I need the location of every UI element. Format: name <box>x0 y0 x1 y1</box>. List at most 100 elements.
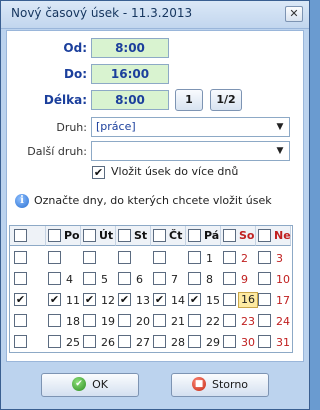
multi-day-checkbox[interactable]: ✔ <box>92 166 105 179</box>
day-checkbox[interactable] <box>223 293 236 306</box>
week-row-checkbox[interactable] <box>14 314 27 327</box>
druh-select[interactable]: [práce] ▼ <box>91 117 290 137</box>
ok-label: OK <box>92 378 108 391</box>
od-label: Od: <box>63 41 87 55</box>
day-checkbox[interactable] <box>258 272 271 285</box>
day-checkbox[interactable] <box>118 335 131 348</box>
weekday-column-checkbox[interactable] <box>188 229 201 242</box>
day-number: 29 <box>206 336 220 349</box>
day-checkbox[interactable] <box>48 314 61 327</box>
title-bar[interactable]: Nový časový úsek - 11.3.2013 ✕ <box>1 1 309 29</box>
day-number: 11 <box>66 294 80 307</box>
day-checkbox[interactable] <box>258 293 271 306</box>
close-icon: ✕ <box>289 7 299 20</box>
weekday-header-label: Ne <box>274 229 291 242</box>
day-checkbox[interactable] <box>83 314 96 327</box>
day-checkbox[interactable] <box>48 272 61 285</box>
day-checkbox[interactable] <box>188 335 201 348</box>
day-number: 30 <box>241 336 255 349</box>
day-checkbox[interactable] <box>48 251 61 264</box>
day-checkbox[interactable] <box>223 251 236 264</box>
day-number: 15 <box>206 294 220 307</box>
weekday-column-checkbox[interactable] <box>83 229 96 242</box>
day-checkbox[interactable] <box>153 272 166 285</box>
day-checkbox[interactable] <box>223 272 236 285</box>
ok-button[interactable]: ✔ OK <box>41 373 139 397</box>
day-number: 10 <box>276 273 290 286</box>
delka-field[interactable]: 8:00 <box>91 90 169 110</box>
header-cell-3: St <box>116 226 151 246</box>
do-label: Do: <box>63 67 87 81</box>
day-checkbox[interactable] <box>258 314 271 327</box>
day-checkbox[interactable]: ✔ <box>48 293 61 306</box>
cancel-button[interactable]: ■ Storno <box>171 373 269 397</box>
weekday-column-checkbox[interactable] <box>153 229 166 242</box>
weekday-header-label: So <box>239 229 255 242</box>
day-checkbox[interactable] <box>118 251 131 264</box>
day-checkbox[interactable] <box>118 314 131 327</box>
day-checkbox[interactable] <box>153 314 166 327</box>
select-all-checkbox[interactable] <box>14 229 27 242</box>
day-number: 9 <box>241 273 248 286</box>
ok-icon: ✔ <box>72 377 87 391</box>
day-checkbox[interactable] <box>188 314 201 327</box>
day-number: 3 <box>276 252 283 265</box>
day-checkbox[interactable] <box>153 335 166 348</box>
header-cell-2: Út <box>81 226 116 246</box>
header-select-all-cell <box>10 226 46 246</box>
day-number: 4 <box>66 273 73 286</box>
weekday-header-label: Čt <box>169 229 183 242</box>
dalsi-druh-select[interactable]: ▼ <box>91 141 290 161</box>
day-number: 27 <box>136 336 150 349</box>
week-row-checkbox[interactable] <box>14 272 27 285</box>
weekday-header-label: St <box>134 229 148 242</box>
day-number: 12 <box>101 294 115 307</box>
day-number: 28 <box>171 336 185 349</box>
day-checkbox[interactable] <box>188 251 201 264</box>
weekday-column-checkbox[interactable] <box>223 229 236 242</box>
week-row-checkbox[interactable] <box>14 251 27 264</box>
day-number: 22 <box>206 315 220 328</box>
weekday-column-checkbox[interactable] <box>48 229 61 242</box>
day-checkbox[interactable] <box>153 251 166 264</box>
header-cell-1: Po <box>46 226 81 246</box>
day-checkbox[interactable]: ✔ <box>153 293 166 306</box>
info-text: Označte dny, do kterých chcete vložit ús… <box>34 194 272 207</box>
day-number: 23 <box>241 315 255 328</box>
delka-label: Délka: <box>43 93 87 107</box>
day-checkbox[interactable] <box>83 251 96 264</box>
set-half-button[interactable]: 1/2 <box>210 89 242 111</box>
day-number: 17 <box>276 294 290 307</box>
week-row-checkbox[interactable] <box>14 335 27 348</box>
day-number: 14 <box>171 294 185 307</box>
weekday-column-checkbox[interactable] <box>258 229 271 242</box>
day-checkbox[interactable] <box>83 335 96 348</box>
chevron-down-icon[interactable]: ▼ <box>273 144 287 158</box>
day-number: 20 <box>136 315 150 328</box>
day-checkbox[interactable] <box>118 272 131 285</box>
day-checkbox[interactable] <box>258 251 271 264</box>
day-checkbox[interactable] <box>258 335 271 348</box>
day-checkbox[interactable] <box>48 335 61 348</box>
weekday-header-label: Po <box>64 229 80 242</box>
day-number: 26 <box>101 336 115 349</box>
day-number: 13 <box>136 294 150 307</box>
do-field[interactable]: 16:00 <box>91 64 169 84</box>
weekday-column-checkbox[interactable] <box>118 229 131 242</box>
day-checkbox[interactable]: ✔ <box>83 293 96 306</box>
set-1-button[interactable]: 1 <box>175 89 203 111</box>
day-checkbox[interactable] <box>223 335 236 348</box>
day-checkbox[interactable]: ✔ <box>188 293 201 306</box>
day-checkbox[interactable] <box>83 272 96 285</box>
header-cell-4: Čt <box>151 226 186 246</box>
info-icon: i <box>15 194 29 208</box>
day-number: 31 <box>276 336 290 349</box>
chevron-down-icon[interactable]: ▼ <box>273 120 287 134</box>
week-row-checkbox[interactable]: ✔ <box>14 293 27 306</box>
day-number: 5 <box>101 273 108 286</box>
od-field[interactable]: 8:00 <box>91 38 169 58</box>
day-checkbox[interactable] <box>188 272 201 285</box>
day-checkbox[interactable] <box>223 314 236 327</box>
day-checkbox[interactable]: ✔ <box>118 293 131 306</box>
close-button[interactable]: ✕ <box>285 6 303 22</box>
